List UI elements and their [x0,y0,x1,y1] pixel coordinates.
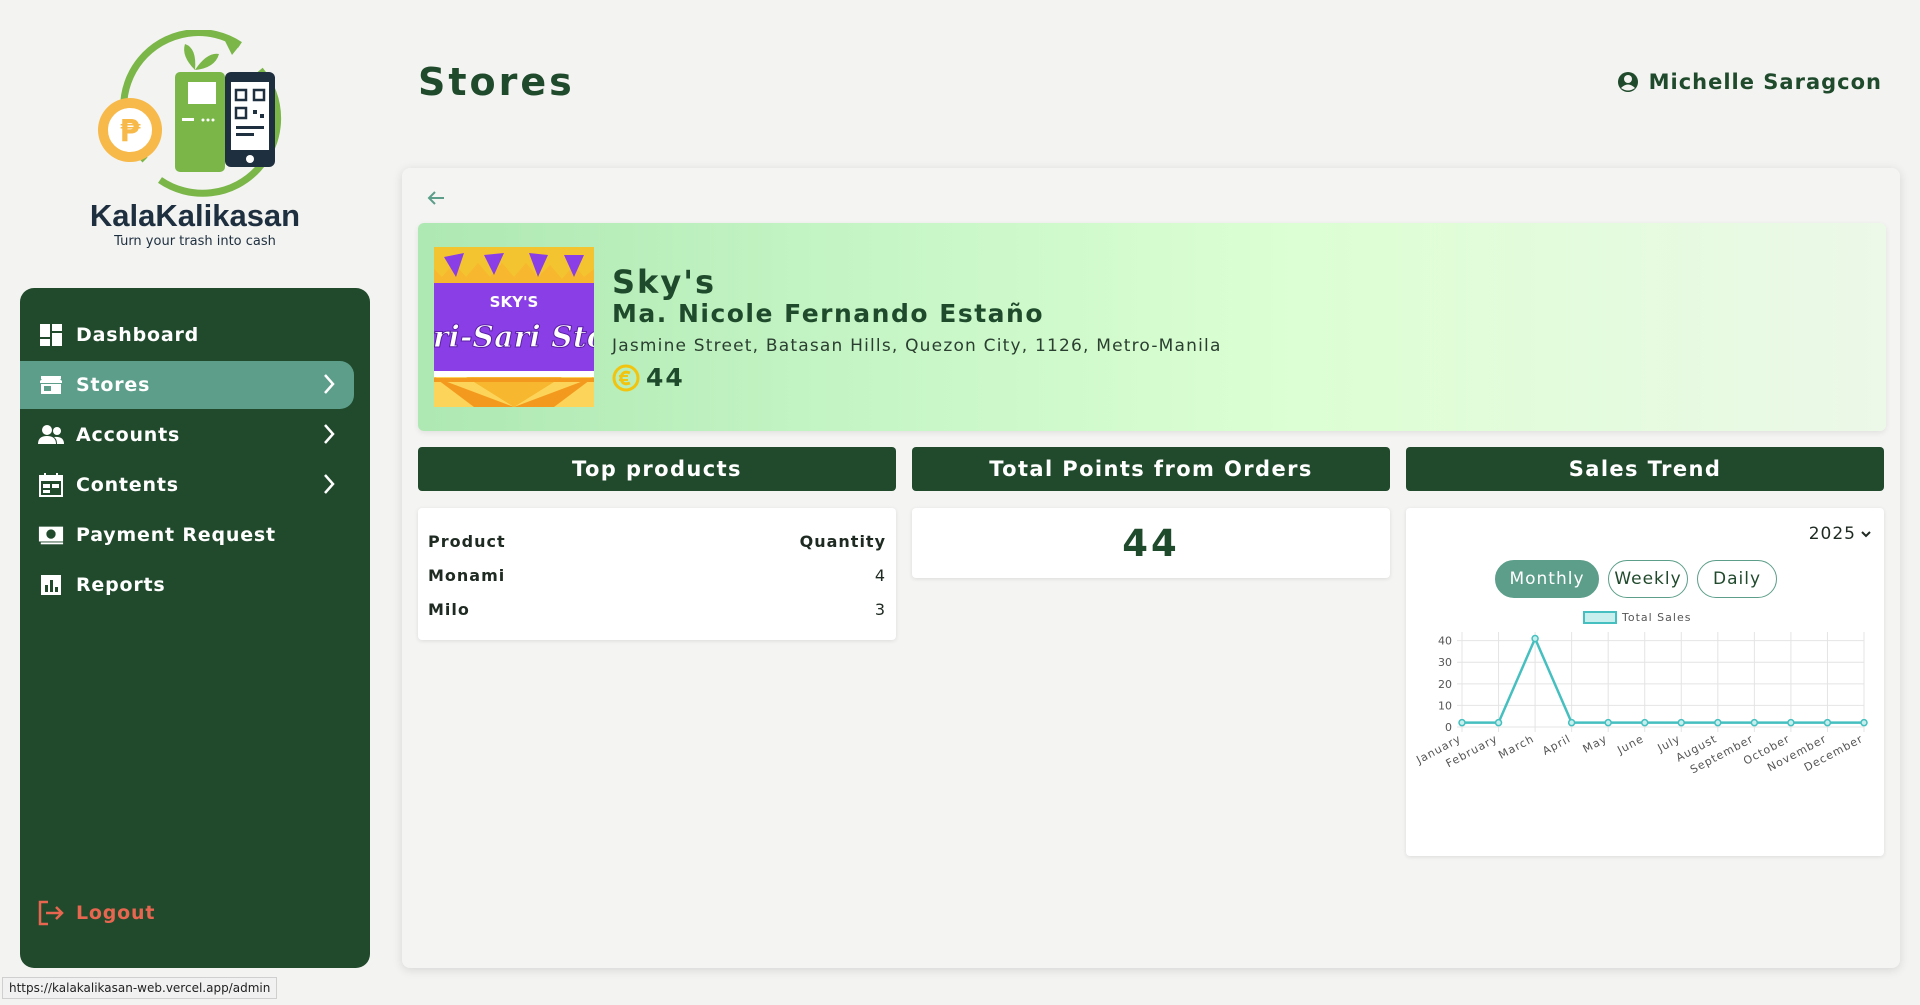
users-icon [38,422,64,448]
y-tick-label: 30 [1438,656,1452,669]
sidebar-item-label: Payment Request [76,524,276,546]
data-point [1750,718,1759,727]
logout-icon [38,900,64,926]
top-products-title: Top products [572,457,742,481]
product-name: Monami [428,565,506,585]
data-point [1531,634,1539,643]
store-image: SKY'S ari-Sari Sto [434,247,594,407]
store-points: 44 [612,363,685,392]
sales-trend-card: 2025 Monthly Weekly Daily Total Sales 0 10… [1406,508,1884,856]
total-points-card: 44 [912,508,1390,578]
x-tick-label: June [1614,732,1646,757]
product-name: Milo [428,599,470,619]
total-points-title: Total Points from Orders [989,457,1313,481]
x-tick-label: April [1540,732,1573,758]
sidebar-item-stores[interactable]: Stores [20,361,354,409]
sidebar-item-reports[interactable]: Reports [20,561,354,609]
year-select[interactable]: 2025 [1809,524,1872,544]
store-points-value: 44 [646,363,685,392]
back-arrow-icon[interactable] [426,190,446,210]
user-menu[interactable]: Michelle Saragcon [1617,70,1882,94]
chevron-down-icon [1861,531,1871,538]
brand-name: KalaKalikasan [89,198,301,233]
chart-icon [38,572,64,598]
y-tick-label: 10 [1438,699,1452,712]
y-tick-label: 0 [1445,721,1452,734]
table-row: Monami 4 [428,558,886,592]
top-products-table: Product Quantity Monami 4 Milo 3 [428,524,886,626]
sidebar-item-label: Accounts [76,424,181,446]
sidebar-item-label: Dashboard [76,324,200,346]
store-name: Sky's [612,263,717,301]
data-point [1677,718,1686,727]
tab-monthly[interactable]: Monthly [1495,560,1599,598]
x-tick-label: March [1496,732,1536,762]
sidebar-item-payment-request[interactable]: Payment Request [20,511,354,559]
column-header-quantity: Quantity [799,531,886,551]
tab-daily[interactable]: Daily [1697,560,1777,598]
calendar-icon [38,472,64,498]
logout-button[interactable]: Logout [38,900,155,926]
series-line-total-sales [1462,635,1864,724]
money-icon [38,522,64,548]
total-points-header: Total Points from Orders [912,447,1390,491]
dashboard-icon [38,322,64,348]
chevron-right-icon [322,473,336,500]
chevron-right-icon [322,373,336,400]
product-quantity: 4 [874,565,886,585]
data-point [1823,718,1832,727]
data-point [1567,718,1576,727]
sidebar-item-contents[interactable]: Contents [20,461,354,509]
legend-swatch [1583,611,1617,624]
brand-logo: ₱ KalaKalikasan Turn your trash into cas… [60,30,330,260]
status-bar-url: https://kalakalikasan-web.vercel.app/adm… [2,977,278,999]
data-point [1458,718,1466,727]
sales-trend-chart: Total Sales010203040JanuaryFebruaryMarch… [1413,611,1868,776]
store-owner: Ma. Nicole Fernando Estaño [612,299,1045,328]
store-detail-panel: SKY'S ari-Sari Sto Sky's Ma. Nicole Fern… [402,168,1900,968]
top-products-card: Product Quantity Monami 4 Milo 3 [418,508,896,640]
column-header-product: Product [428,531,506,551]
brand-tagline: Turn your trash into cash [114,234,276,249]
store-image-title: ari-Sari Sto [434,320,594,355]
store-icon [38,372,64,398]
top-products-header: Top products [418,447,896,491]
page-title: Stores [418,60,575,104]
tab-weekly[interactable]: Weekly [1608,560,1688,598]
sidebar-item-label: Reports [76,574,166,596]
coin-icon [612,364,640,391]
sales-trend-header: Sales Trend [1406,447,1884,491]
table-header-row: Product Quantity [428,524,886,558]
sidebar: Dashboard Stores Accounts Contents Payme… [20,288,370,968]
legend-label: Total Sales [1621,611,1691,624]
data-point [1787,718,1795,727]
chevron-right-icon [322,423,336,450]
store-address: Jasmine Street, Batasan Hills, Quezon Ci… [612,336,1222,356]
product-quantity: 3 [874,599,886,619]
total-points-value: 44 [1122,522,1180,565]
data-point [1640,718,1649,727]
table-row: Milo 3 [428,592,886,626]
logout-label: Logout [76,902,156,924]
store-banner: SKY'S ari-Sari Sto Sky's Ma. Nicole Fern… [418,223,1886,431]
user-circle-icon [1617,71,1639,93]
y-tick-label: 20 [1438,678,1452,691]
sidebar-item-accounts[interactable]: Accounts [20,411,354,459]
data-point [1494,718,1503,727]
svg-text:₱: ₱ [120,114,141,149]
store-image-caption: SKY'S [490,293,539,311]
data-point [1860,718,1868,727]
user-name: Michelle Saragcon [1648,70,1882,94]
year-select-value: 2025 [1808,524,1856,544]
recycle-logo-icon: ₱ [98,30,282,197]
data-point [1714,718,1722,727]
sales-trend-title: Sales Trend [1568,457,1722,481]
sidebar-item-label: Contents [76,474,179,496]
x-tick-label: May [1581,732,1610,756]
sidebar-item-label: Stores [76,374,151,396]
sidebar-item-dashboard[interactable]: Dashboard [20,311,354,359]
y-tick-label: 40 [1438,635,1452,648]
data-point [1604,718,1612,727]
